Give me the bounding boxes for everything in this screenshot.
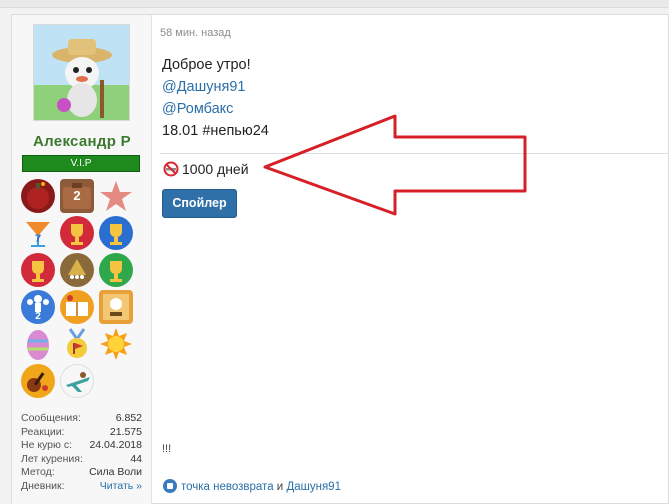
suitcase-2-icon[interactable]: 2 <box>60 179 94 213</box>
liker-link[interactable]: точка невозврата <box>181 481 274 493</box>
no-smoking-icon <box>163 161 179 177</box>
cocktail-7-icon[interactable]: 7 <box>21 216 55 250</box>
top-bar <box>0 0 669 8</box>
flag-medal-icon[interactable] <box>60 327 94 361</box>
certificate-icon[interactable] <box>99 290 133 324</box>
stat-value: 21.575 <box>109 425 142 438</box>
stat-value: 6.852 <box>115 412 142 424</box>
stat-label: Метод: <box>21 466 55 479</box>
sun-icon[interactable] <box>99 327 133 361</box>
diary-link[interactable]: Читать » <box>100 480 142 494</box>
signature-text: 1000 дней <box>182 161 249 177</box>
stat-diary: Дневник: Читать » <box>21 480 142 494</box>
stat-method: Метод: Сила Воли <box>21 466 142 480</box>
stat-years-smoking: Лет курения: 44 <box>21 453 142 467</box>
stat-label: Дневник: <box>21 479 65 492</box>
stat-value: 24.04.2018 <box>89 439 142 452</box>
post-greeting: Доброе утро! <box>162 57 251 73</box>
likes-bar: точка невозврата и Дашуня91 <box>163 479 341 493</box>
stat-value: 44 <box>130 452 142 465</box>
stat-label: Сообщения: <box>21 412 81 424</box>
stat-quit-date: Не курю с: 24.04.2018 <box>21 439 142 453</box>
stat-messages: Сообщения: 6.852 <box>21 412 142 426</box>
trophy-icon[interactable] <box>60 216 94 250</box>
trophy-stars-icon[interactable] <box>60 253 94 287</box>
user-sidebar: Александр Р V.I.P 2 7 2 Сообщения: 6.852… <box>12 15 152 504</box>
user-stats: Сообщения: 6.852 Реакции: 21.575 Не курю… <box>21 412 142 494</box>
trophy-icon[interactable] <box>21 253 55 287</box>
likes-joiner: и <box>273 481 287 493</box>
bomb-icon[interactable] <box>21 179 55 213</box>
like-icon <box>163 479 177 493</box>
stat-label: Реакции: <box>21 425 65 438</box>
guitar-icon[interactable] <box>21 364 55 398</box>
mention-link[interactable]: @Дашуня91 <box>162 79 245 95</box>
signature-divider <box>160 153 669 154</box>
exclamation-text: !!! <box>162 443 172 455</box>
signature: 1000 дней <box>163 161 249 177</box>
group-2-icon[interactable]: 2 <box>21 290 55 324</box>
starfish-icon[interactable] <box>99 179 133 213</box>
username[interactable]: Александр Р <box>12 133 152 150</box>
user-avatar[interactable] <box>33 24 130 121</box>
airplane-icon[interactable] <box>60 364 94 398</box>
stat-label: Не курю с: <box>21 439 72 452</box>
trophy-icon[interactable] <box>99 253 133 287</box>
forum-post: Александр Р V.I.P 2 7 2 Сообщения: 6.852… <box>11 14 669 504</box>
rank-badge: V.I.P <box>22 155 140 172</box>
post-time[interactable]: 58 мин. назад <box>160 27 231 39</box>
stat-value: Сила Воли <box>89 466 142 479</box>
stat-label: Лет курения: <box>21 452 83 465</box>
post-tagline: 18.01 #непью24 <box>162 123 269 139</box>
easter-egg-icon[interactable] <box>21 327 55 361</box>
trophy-icon[interactable] <box>99 216 133 250</box>
book-icon[interactable] <box>60 290 94 324</box>
mention-link[interactable]: @Ромбакс <box>162 101 233 117</box>
stat-reactions: Реакции: 21.575 <box>21 426 142 440</box>
spoiler-button[interactable]: Спойлер <box>162 189 237 218</box>
liker-link[interactable]: Дашуня91 <box>286 481 341 493</box>
